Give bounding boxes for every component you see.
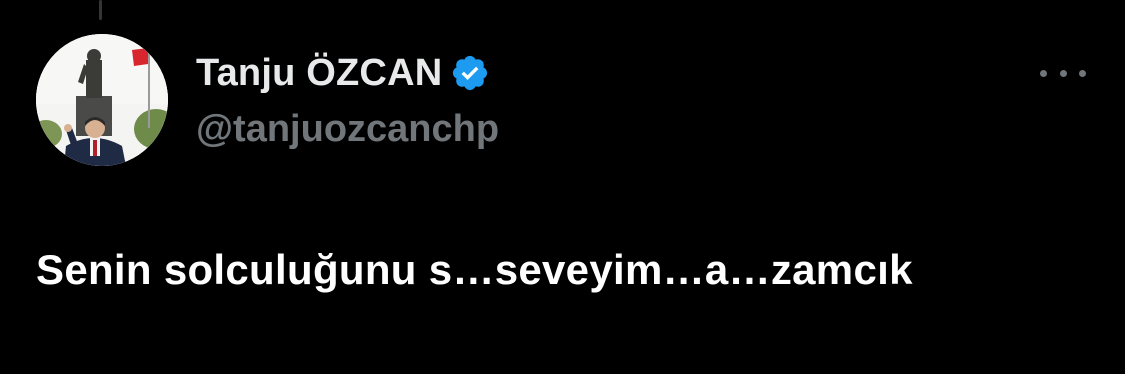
avatar[interactable] — [36, 34, 168, 166]
author-name-row: Tanju ÖZCAN — [196, 50, 490, 96]
author-display-name[interactable]: Tanju ÖZCAN — [196, 52, 442, 95]
thread-connector-line — [99, 0, 102, 20]
more-dot — [1040, 69, 1047, 77]
tweet-text: Senin solculuğunu s…seveyim…a…zamcık — [36, 246, 913, 293]
avatar-photo — [36, 34, 168, 166]
more-dot — [1079, 69, 1086, 77]
more-dot — [1059, 69, 1067, 77]
more-options-icon[interactable] — [1040, 58, 1086, 88]
verified-badge-icon[interactable] — [450, 53, 490, 93]
author-handle[interactable]: @tanjuozcanchp — [196, 108, 499, 151]
